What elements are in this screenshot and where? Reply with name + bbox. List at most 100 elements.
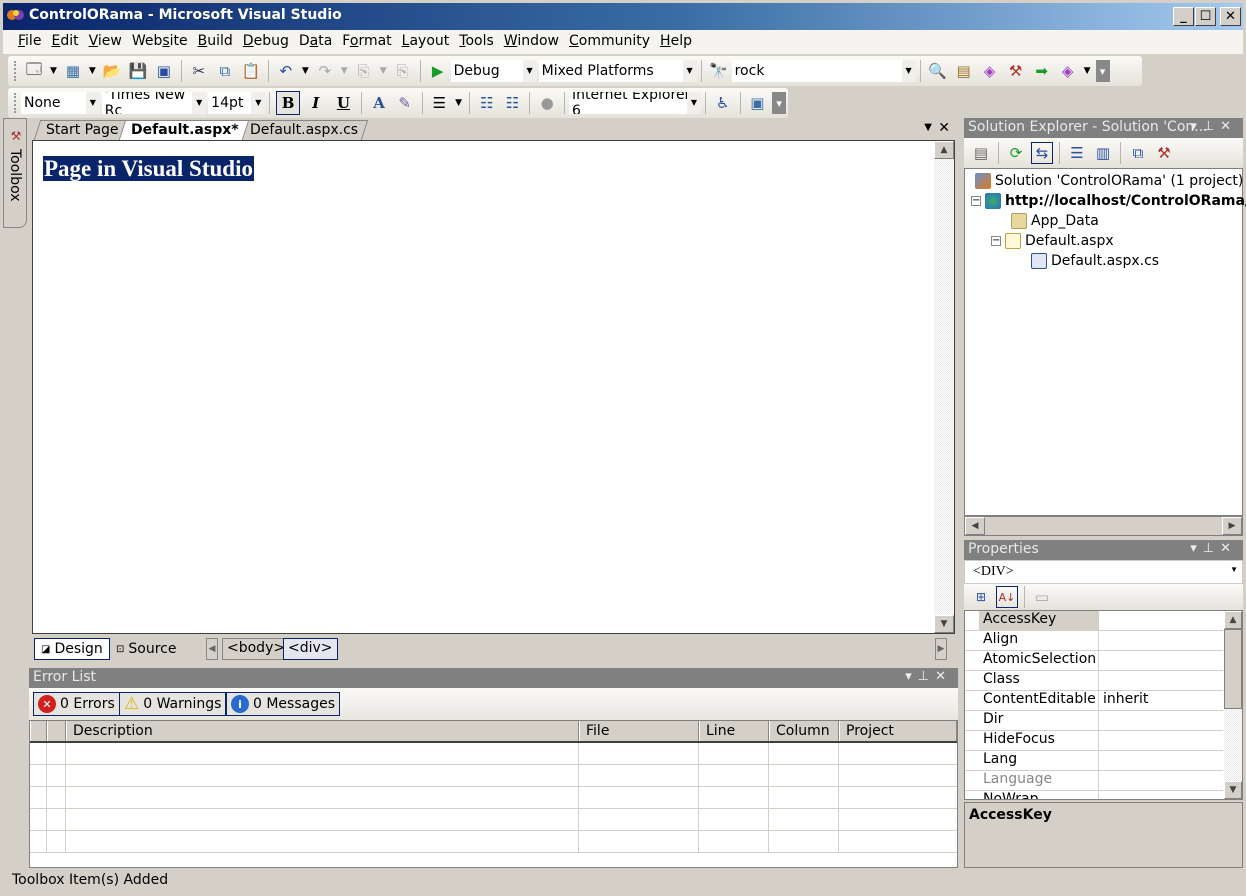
object-browser-icon[interactable]: 🔍 [927, 60, 949, 82]
column-header-file[interactable]: File [579, 721, 699, 741]
chevron-down-icon[interactable]: ▼ [455, 98, 462, 108]
page-heading[interactable]: Page in Visual Studio [43, 156, 254, 181]
foreground-color-icon[interactable]: A [368, 92, 390, 114]
paste-icon[interactable]: 📋 [240, 60, 262, 82]
undo-icon[interactable]: ↶ [275, 60, 297, 82]
menu-website[interactable]: Website [127, 30, 193, 49]
chevron-down-icon[interactable]: ▼ [901, 60, 916, 82]
properties-icon[interactable]: ▤ [970, 142, 992, 164]
toolbar-grip[interactable] [14, 61, 17, 81]
design-surface[interactable]: Page in Visual Studio ▲ ▼ [32, 140, 955, 634]
property-row[interactable]: Dir [965, 711, 1223, 731]
property-row[interactable]: HideFocus [965, 731, 1223, 751]
accessibility-check-icon[interactable]: ♿ [712, 92, 734, 114]
alphabetical-icon[interactable]: A↓ [996, 586, 1018, 608]
chevron-down-icon[interactable]: ▼ [1084, 66, 1091, 76]
chevron-down-icon[interactable]: ▼ [686, 92, 701, 114]
check-browser-compat-icon[interactable]: ▣ [747, 92, 769, 114]
chevron-down-icon[interactable]: ▼ [341, 66, 348, 76]
property-row[interactable]: Lang [965, 751, 1223, 771]
window-position-icon[interactable]: ▾ [905, 669, 918, 684]
class-view-icon[interactable]: ◈ [1057, 60, 1079, 82]
asp-net-config-icon[interactable]: ⚒ [1153, 142, 1175, 164]
menu-community[interactable]: Community [564, 30, 655, 49]
chevron-down-icon[interactable]: ▼ [192, 92, 207, 114]
property-value[interactable] [1099, 751, 1223, 770]
property-row[interactable]: AtomicSelection [965, 651, 1223, 671]
tag-nav-right-icon[interactable]: ▶ [935, 638, 947, 660]
bold-button[interactable]: B [276, 91, 300, 115]
close-pane-icon[interactable]: ✕ [1220, 119, 1237, 134]
tag-nav-left-icon[interactable]: ◀ [206, 638, 218, 660]
chevron-down-icon[interactable]: ▼ [682, 60, 697, 82]
property-value[interactable] [1099, 671, 1223, 690]
maximize-button[interactable]: ☐ [1195, 7, 1216, 26]
target-schema-combo[interactable]: Internet Explorer 6 ▼ [568, 92, 701, 114]
property-row[interactable]: Class [965, 671, 1223, 691]
property-value[interactable] [1099, 731, 1223, 750]
property-row[interactable]: Language [965, 771, 1223, 791]
property-value[interactable]: inherit [1099, 691, 1223, 710]
properties-window-icon[interactable]: ▤ [953, 60, 975, 82]
property-value[interactable] [1099, 771, 1223, 790]
tree-node-default-aspx[interactable]: − Default.aspx [991, 233, 1114, 249]
save-all-icon[interactable]: ▣ [153, 60, 175, 82]
refresh-icon[interactable]: ⟳ [1005, 142, 1027, 164]
copy-website-icon[interactable]: ⧉ [1127, 142, 1149, 164]
menu-debug[interactable]: Debug [238, 30, 294, 49]
property-value[interactable] [1099, 711, 1223, 730]
chevron-down-icon[interactable]: ▼ [251, 92, 266, 114]
chevron-down-icon[interactable]: ▼ [89, 66, 96, 76]
navigate-forward-icon[interactable]: ⎘ [392, 60, 414, 82]
vertical-scrollbar[interactable]: ▲ ▼ [934, 141, 954, 633]
categorized-icon[interactable]: ⊞ [970, 586, 992, 608]
collapse-icon[interactable]: − [991, 236, 1001, 246]
scroll-right-icon[interactable]: ▶ [1222, 517, 1242, 535]
tag-div-button[interactable]: <div> [283, 638, 338, 660]
close-button[interactable]: ✕ [1220, 7, 1241, 26]
menu-data[interactable]: Data [294, 30, 337, 49]
find-combo[interactable]: rock ▼ [731, 60, 916, 82]
scroll-up-icon[interactable]: ▲ [934, 141, 954, 159]
scroll-down-icon[interactable]: ▼ [934, 615, 954, 633]
save-icon[interactable]: 💾 [127, 60, 149, 82]
numbered-list-icon[interactable]: ☷ [502, 92, 524, 114]
font-name-combo[interactable]: 'Times New Rc ▼ [101, 92, 207, 114]
tree-node-app-data[interactable]: App_Data [1011, 213, 1099, 229]
property-row[interactable]: ContentEditable inherit [965, 691, 1223, 711]
menu-file[interactable]: File [13, 30, 46, 49]
property-pages-icon[interactable]: ▭ [1031, 586, 1053, 608]
add-item-icon[interactable]: ▦ [62, 60, 84, 82]
solution-config-combo[interactable]: Debug ▼ [450, 60, 537, 82]
chevron-down-icon[interactable]: ▼ [1230, 565, 1238, 574]
menu-view[interactable]: View [84, 30, 127, 49]
pin-icon[interactable]: ⊥ [1203, 541, 1220, 556]
font-size-combo[interactable]: 14pt ▼ [208, 92, 266, 114]
underline-button[interactable]: U [332, 91, 356, 115]
errors-filter-button[interactable]: ✕ 0 Errors [33, 692, 120, 716]
copy-icon[interactable]: ⧉ [214, 60, 236, 82]
warnings-filter-button[interactable]: ⚠ 0 Warnings [119, 692, 227, 716]
property-value[interactable] [1099, 611, 1223, 630]
toolbox-icon[interactable]: ⚒ [1005, 60, 1027, 82]
tag-body-button[interactable]: <body> [222, 638, 291, 660]
design-view-button[interactable]: ◪ Design [34, 638, 110, 660]
tab-start-page[interactable]: Start Page [33, 120, 129, 140]
menu-layout[interactable]: Layout [397, 30, 455, 49]
window-position-icon[interactable]: ▾ [1190, 119, 1203, 134]
scroll-up-icon[interactable]: ▲ [1224, 611, 1242, 629]
platform-combo[interactable]: Mixed Platforms ▼ [538, 60, 697, 82]
navigate-backward-icon[interactable]: ⎘ [353, 60, 375, 82]
pin-icon[interactable]: ⊥ [1203, 119, 1220, 134]
scroll-thumb[interactable] [1224, 629, 1242, 709]
chevron-down-icon[interactable]: ▼ [522, 60, 537, 82]
nest-related-files-icon[interactable]: ⇆ [1031, 142, 1053, 164]
minimize-button[interactable]: _ [1173, 7, 1194, 26]
chevron-down-icon[interactable]: ▼ [380, 66, 387, 76]
highlight-color-icon[interactable]: ✎ [394, 92, 416, 114]
property-row[interactable]: Align [965, 631, 1223, 651]
start-page-icon[interactable]: ➡ [1031, 60, 1053, 82]
block-format-combo[interactable]: None ▼ [20, 92, 100, 114]
toolbar-options-icon[interactable]: ▾ [772, 92, 786, 114]
menu-build[interactable]: Build [193, 30, 238, 49]
